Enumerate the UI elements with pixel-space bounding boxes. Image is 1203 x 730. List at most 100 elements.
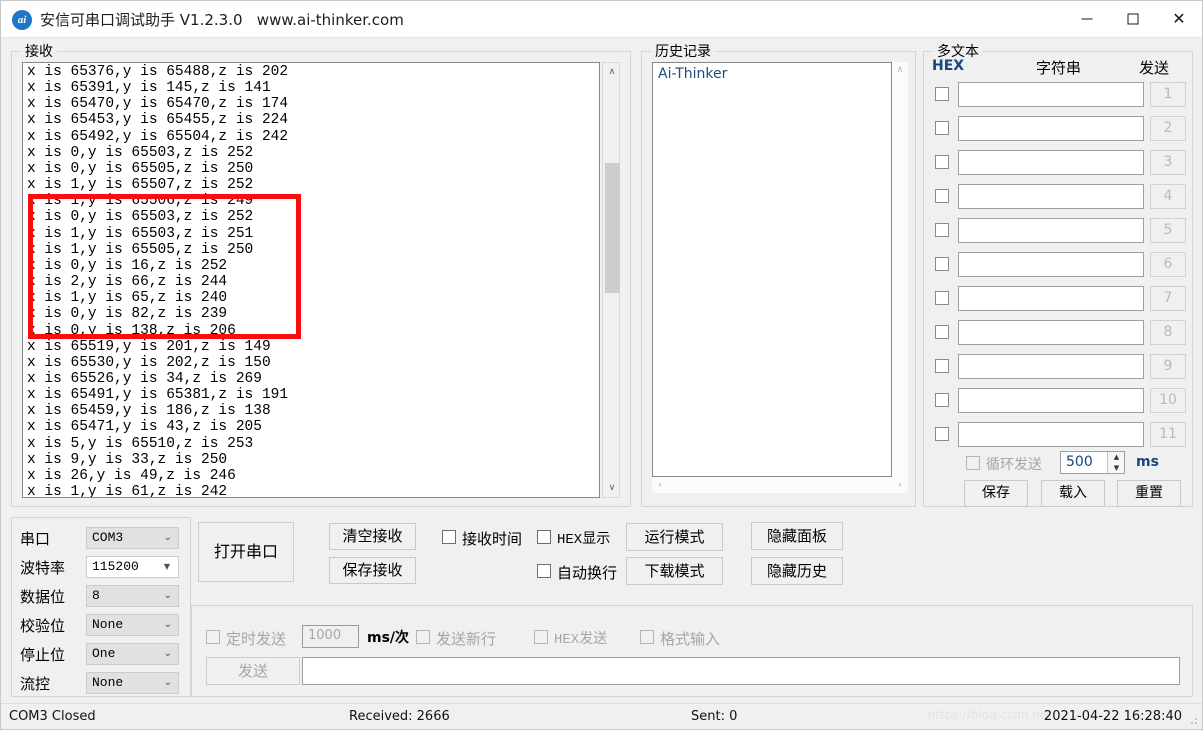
resize-grip-icon[interactable] [1187, 714, 1199, 726]
chevron-down-icon[interactable]: ⌄ [164, 677, 172, 688]
maximize-button[interactable] [1110, 1, 1156, 37]
multitext-send-header: 发送 [1139, 59, 1170, 77]
multitext-hex-checkbox[interactable] [935, 291, 949, 305]
open-port-button[interactable]: 打开串口 [198, 522, 294, 582]
multitext-send-button[interactable]: 5 [1150, 218, 1186, 243]
multitext-string-input[interactable] [958, 320, 1144, 345]
hide-panel-button[interactable]: 隐藏面板 [751, 522, 843, 550]
loop-interval-stepper[interactable]: 500 ▲ ▼ [1060, 451, 1125, 474]
status-received: Received: 2666 [349, 709, 450, 724]
history-list[interactable]: Ai-Thinker [652, 62, 892, 477]
multitext-reset-button[interactable]: 重置 [1117, 480, 1181, 507]
scroll-down-icon[interactable]: ∨ [603, 479, 621, 497]
checkbox-icon[interactable] [416, 630, 430, 644]
serial-field-label: 数据位 [20, 588, 66, 606]
multitext-send-button[interactable]: 10 [1150, 388, 1186, 413]
serial-field-combobox[interactable]: One ⌄ [86, 643, 179, 665]
clear-receive-button[interactable]: 清空接收 [329, 523, 416, 550]
close-button[interactable]: ✕ [1156, 1, 1202, 37]
multitext-hex-checkbox[interactable] [935, 223, 949, 237]
chevron-down-icon[interactable]: ▼ [164, 562, 170, 571]
spin-up-icon[interactable]: ▲ [1108, 452, 1125, 462]
multitext-send-button[interactable]: 3 [1150, 150, 1186, 175]
serial-field-combobox[interactable]: COM3 ⌄ [86, 527, 179, 549]
receive-vertical-scrollbar[interactable]: ∧ ∨ [602, 62, 620, 498]
multitext-hex-checkbox[interactable] [935, 427, 949, 441]
checkbox-icon[interactable] [537, 564, 551, 578]
chevron-down-icon[interactable]: ⌄ [164, 619, 172, 630]
multitext-row: 9 [924, 352, 1194, 382]
scrollbar-thumb[interactable] [605, 163, 620, 293]
close-icon: ✕ [1172, 9, 1186, 28]
timed-interval-input[interactable]: 1000 [302, 625, 359, 648]
chevron-down-icon[interactable]: ⌄ [164, 532, 172, 543]
multitext-string-input[interactable] [958, 150, 1144, 175]
checkbox-icon[interactable] [537, 530, 551, 544]
multitext-hex-checkbox[interactable] [935, 155, 949, 169]
serial-field-value: None [92, 675, 124, 690]
loop-send-checkbox[interactable] [966, 456, 980, 470]
chevron-down-icon[interactable]: ⌄ [164, 648, 172, 659]
multitext-hex-checkbox[interactable] [935, 121, 949, 135]
history-scroll-right-icon[interactable]: › [892, 477, 908, 493]
serial-field-combobox[interactable]: None ⌄ [86, 614, 179, 636]
send-button[interactable]: 发送 [206, 657, 300, 685]
history-scroll-up-icon[interactable]: ∧ [892, 62, 908, 78]
receive-text-content: x is 65376,y is 65488,z is 202 x is 6539… [27, 64, 289, 498]
multitext-string-input[interactable] [958, 218, 1144, 243]
run-mode-button[interactable]: 运行模式 [626, 523, 723, 551]
auto-wrap-label: 自动换行 [557, 564, 618, 582]
multitext-string-input[interactable] [958, 388, 1144, 413]
serial-field-combobox[interactable]: None ⌄ [86, 672, 179, 694]
multitext-hex-checkbox[interactable] [935, 393, 949, 407]
multitext-hex-checkbox[interactable] [935, 87, 949, 101]
multitext-string-input[interactable] [958, 116, 1144, 141]
download-mode-button[interactable]: 下载模式 [626, 557, 723, 585]
spin-down-icon[interactable]: ▼ [1108, 463, 1125, 473]
multitext-hex-checkbox[interactable] [935, 325, 949, 339]
hex-display-label: HEX显示 [557, 532, 611, 548]
multitext-string-header: 字符串 [1036, 59, 1082, 77]
history-horizontal-scrollbar[interactable]: ‹ › [652, 477, 908, 493]
multitext-string-input[interactable] [958, 82, 1144, 107]
multitext-string-input[interactable] [958, 252, 1144, 277]
checkbox-icon[interactable] [534, 630, 548, 644]
multitext-load-button[interactable]: 载入 [1041, 480, 1105, 507]
multitext-row: 3 [924, 148, 1194, 178]
serial-field-combobox[interactable]: 115200 ▼ [86, 556, 179, 578]
loop-interval-spin-buttons[interactable]: ▲ ▼ [1107, 452, 1124, 473]
multitext-hex-checkbox[interactable] [935, 257, 949, 271]
multitext-string-input[interactable] [958, 184, 1144, 209]
minimize-button[interactable] [1064, 1, 1110, 37]
loop-interval-unit: ms [1136, 454, 1159, 470]
multitext-string-input[interactable] [958, 286, 1144, 311]
multitext-string-input[interactable] [958, 354, 1144, 379]
serial-field-combobox[interactable]: 8 ⌄ [86, 585, 179, 607]
multitext-send-button[interactable]: 11 [1150, 422, 1186, 447]
multitext-send-button[interactable]: 8 [1150, 320, 1186, 345]
checkbox-icon[interactable] [442, 530, 456, 544]
multitext-hex-checkbox[interactable] [935, 189, 949, 203]
checkbox-icon[interactable] [640, 630, 654, 644]
scroll-up-icon[interactable]: ∧ [603, 63, 621, 81]
list-item[interactable]: Ai-Thinker [658, 66, 727, 82]
multitext-send-button[interactable]: 4 [1150, 184, 1186, 209]
multitext-string-input[interactable] [958, 422, 1144, 447]
multitext-send-button[interactable]: 7 [1150, 286, 1186, 311]
chevron-down-icon[interactable]: ⌄ [164, 590, 172, 601]
history-scroll-left-icon[interactable]: ‹ [652, 477, 668, 493]
history-vertical-scrollbar[interactable]: ∧ [892, 62, 908, 477]
multitext-send-button[interactable]: 6 [1150, 252, 1186, 277]
multitext-save-button[interactable]: 保存 [964, 480, 1028, 507]
maximize-icon [1127, 13, 1139, 25]
multitext-send-button[interactable]: 1 [1150, 82, 1186, 107]
send-input[interactable] [302, 657, 1180, 685]
multitext-row: 10 [924, 386, 1194, 416]
receive-textarea[interactable]: x is 65376,y is 65488,z is 202 x is 6539… [22, 62, 600, 498]
multitext-send-button[interactable]: 9 [1150, 354, 1186, 379]
save-receive-button[interactable]: 保存接收 [329, 557, 416, 584]
checkbox-icon[interactable] [206, 630, 220, 644]
multitext-hex-checkbox[interactable] [935, 359, 949, 373]
hide-history-button[interactable]: 隐藏历史 [751, 557, 843, 585]
multitext-send-button[interactable]: 2 [1150, 116, 1186, 141]
